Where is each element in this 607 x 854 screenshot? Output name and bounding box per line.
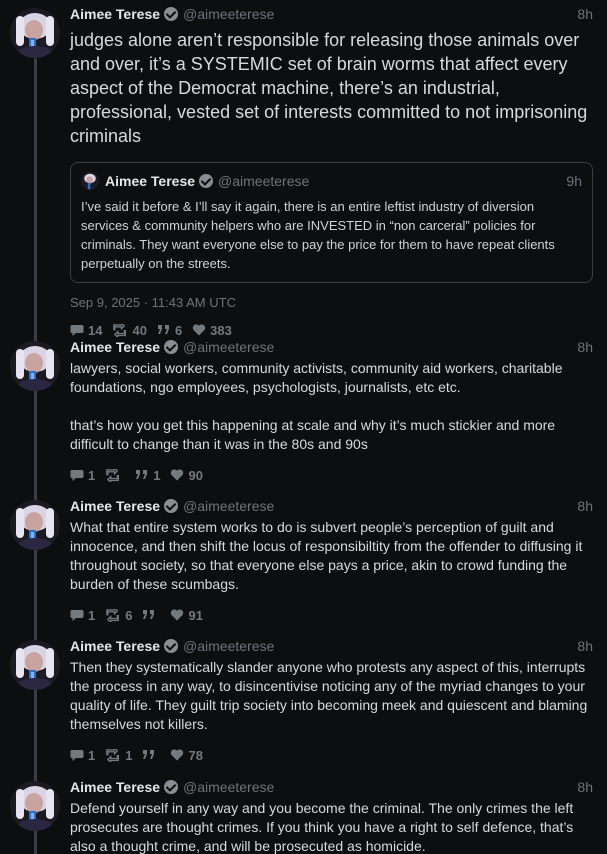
verified-badge-icon [164,780,179,794]
heart-icon [170,749,184,761]
retweet-icon [105,468,121,482]
tweet-date[interactable]: Sep 9, 2025 · 11:43 AM UTC [70,295,593,313]
like-count[interactable]: 91 [170,608,203,623]
avatar-image [10,781,60,831]
avatar[interactable] [10,781,60,831]
heart-icon [192,324,206,336]
quote-count[interactable] [142,609,160,621]
verified-badge-icon [164,340,179,354]
author-handle[interactable]: @aimeeterese [183,779,274,795]
tweet-text: Defend yourself in any way and you becom… [70,800,578,854]
quote-count[interactable]: 6 [157,323,182,338]
tweet-text: lawyers, social workers, community activ… [70,360,563,452]
heart-icon [170,609,184,621]
quote-time[interactable]: 9h [566,173,582,189]
quote-author-name[interactable]: Aimee Terese [105,173,195,189]
author-handle[interactable]: @aimeeterese [183,6,274,22]
tweet-time[interactable]: 8h [577,779,593,795]
verified-badge-icon [164,7,179,21]
avatar-image [10,640,60,690]
retweet-icon [105,748,121,762]
retweet-count[interactable] [105,468,125,482]
comment-icon [70,609,84,622]
reply-count[interactable]: 1 [70,468,95,483]
thread-connector-line [34,58,37,854]
quote-icon [157,324,171,336]
quote-author-handle[interactable]: @aimeeterese [218,173,309,189]
heart-icon [170,469,184,481]
like-count[interactable]: 78 [170,748,203,763]
quote-icon [135,469,149,481]
author-name[interactable]: Aimee Terese [70,498,160,514]
author-name[interactable]: Aimee Terese [70,6,160,22]
retweet-count[interactable]: 1 [105,748,132,763]
quote-count[interactable] [142,749,160,761]
reply-count[interactable]: 14 [70,323,102,338]
tweet-time[interactable]: 8h [577,339,593,355]
like-count[interactable]: 90 [170,468,203,483]
like-count[interactable]: 383 [192,323,232,338]
tweet-time[interactable]: 8h [577,498,593,514]
avatar[interactable] [10,640,60,690]
author-handle[interactable]: @aimeeterese [183,339,274,355]
verified-badge-icon [164,499,179,513]
author-handle[interactable]: @aimeeterese [183,638,274,654]
tweet-text: judges alone aren’t responsible for rele… [70,30,593,146]
tweet-time[interactable]: 8h [577,638,593,654]
avatar[interactable] [10,500,60,550]
quote-text: I’ve said it before & I’ll say it again,… [81,199,559,271]
tweet-text: What that entire system works to do is s… [70,519,587,592]
reply-count[interactable]: 1 [70,608,95,623]
avatar-image [10,341,60,391]
quote-count[interactable]: 1 [135,468,160,483]
retweet-icon [112,323,128,337]
tweet-time[interactable]: 8h [577,6,593,22]
tweet-stats: 1 6 91 [70,606,593,624]
quoted-tweet[interactable]: Aimee Terese @aimeeterese 9h I’ve said i… [70,162,593,283]
author-handle[interactable]: @aimeeterese [183,498,274,514]
author-name[interactable]: Aimee Terese [70,339,160,355]
verified-badge-icon [164,639,179,653]
avatar-image [10,8,60,58]
quote-icon [142,749,156,761]
author-name[interactable]: Aimee Terese [70,779,160,795]
comment-icon [70,324,84,337]
retweet-icon [105,608,121,622]
quote-avatar [81,172,99,190]
avatar[interactable] [10,341,60,391]
tweet-text: Then they systematically slander anyone … [70,659,592,732]
avatar-image [10,500,60,550]
retweet-count[interactable]: 40 [112,323,147,338]
tweet-stats: 1 1 90 [70,466,593,484]
quote-icon [142,609,156,621]
tweet-stats: 1 1 78 [70,746,593,764]
avatar[interactable] [10,8,60,58]
comment-icon [70,469,84,482]
retweet-count[interactable]: 6 [105,608,132,623]
author-name[interactable]: Aimee Terese [70,638,160,654]
reply-count[interactable]: 1 [70,748,95,763]
verified-badge-icon [199,174,214,188]
comment-icon [70,749,84,762]
